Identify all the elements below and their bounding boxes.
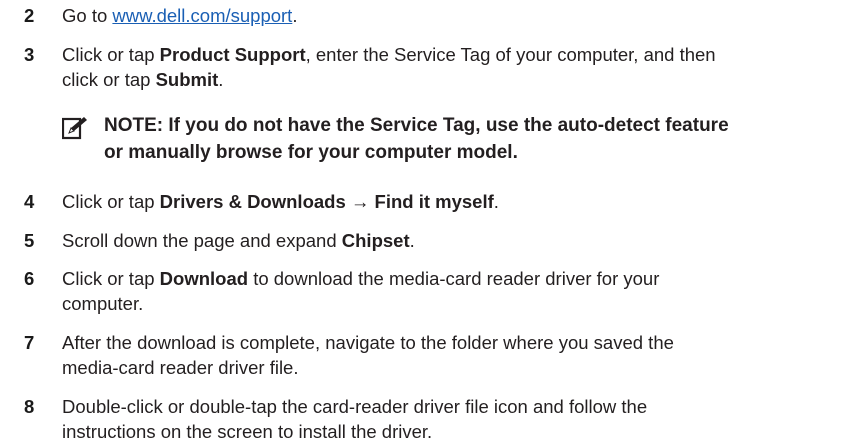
step-number: 8 [24, 396, 35, 417]
step-text: Click or tap Download to download the me… [62, 268, 660, 314]
step-text: Click or tap Product Support, enter the … [62, 44, 716, 90]
step-text: Scroll down the page and expand Chipset. [62, 230, 415, 251]
pencil-note-icon [62, 117, 87, 140]
document-page: 2 Go to www.dell.com/support. 3 Click or… [0, 0, 862, 444]
step-text: Click or tap Drivers & Downloads → Find … [62, 191, 499, 212]
step-text: Double-click or double-tap the card-read… [62, 396, 648, 442]
step-text: After the download is complete, navigate… [62, 332, 674, 378]
step-number: 5 [24, 230, 35, 251]
note-text: NOTE: If you do not have the Service Tag… [104, 115, 729, 163]
step-number: 2 [24, 5, 35, 26]
step-number: 3 [24, 44, 35, 65]
step-number: 4 [24, 191, 35, 212]
step-number: 6 [24, 268, 35, 289]
step-number: 7 [24, 332, 35, 353]
support-link[interactable]: www.dell.com/support [112, 5, 292, 26]
step-text: Go to www.dell.com/support. [62, 5, 298, 26]
